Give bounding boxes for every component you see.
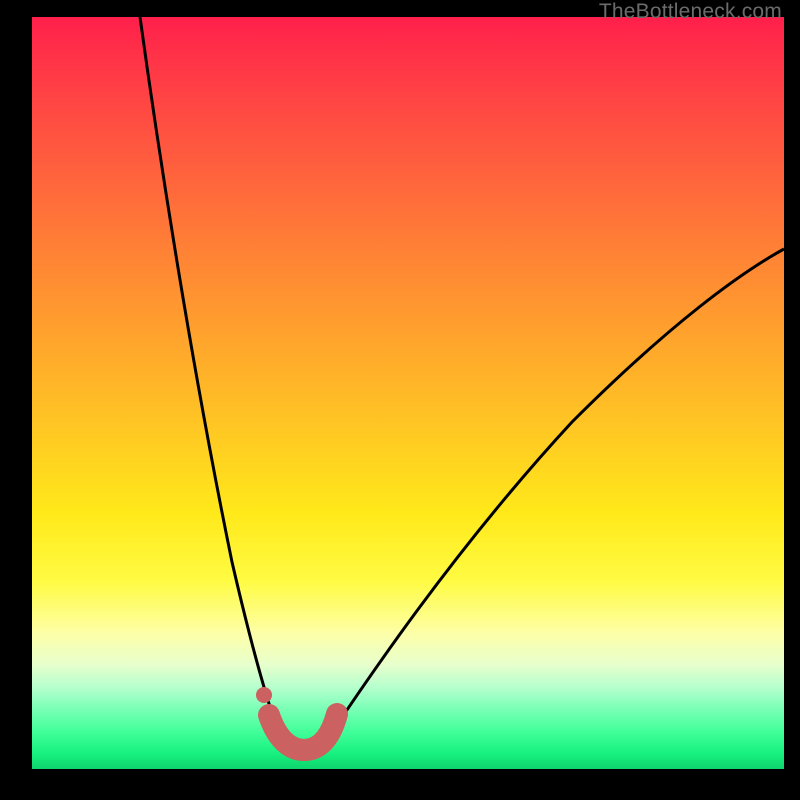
curve-layer [32, 17, 784, 769]
plot-area [32, 17, 784, 769]
valley-floor [269, 714, 337, 750]
chart-frame: TheBottleneck.com [0, 0, 800, 800]
left-curve [140, 17, 284, 747]
watermark-text: TheBottleneck.com [599, 0, 782, 24]
valley-left-dot [256, 687, 272, 703]
right-curve [322, 249, 784, 747]
